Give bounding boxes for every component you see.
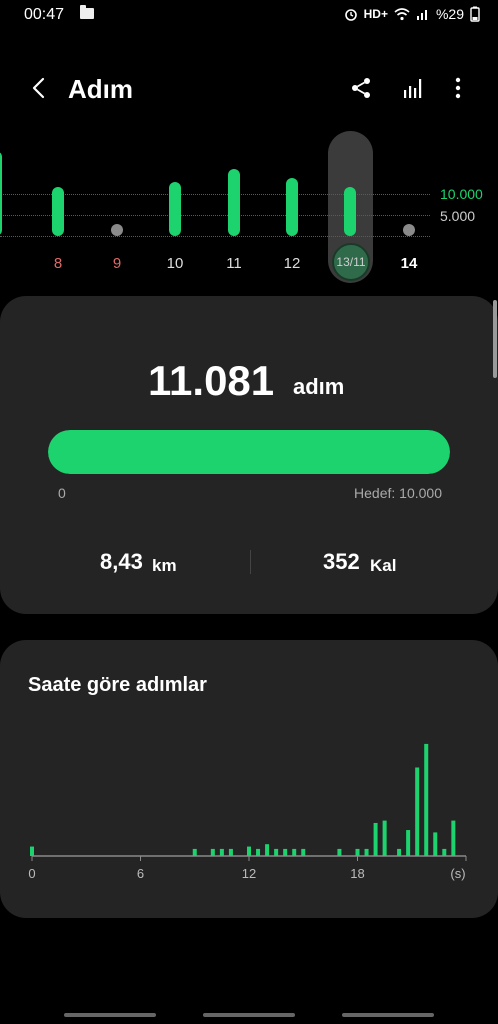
hourly-bar (292, 848, 297, 856)
progress-goal-label: Hedef: 10.000 (354, 485, 442, 501)
half-axis-label: 5.000 (440, 208, 476, 224)
selected-day-label: 13/11 (336, 255, 366, 269)
x-tick-label: 6 (137, 866, 144, 881)
more-vertical-icon[interactable] (450, 76, 466, 100)
back-icon[interactable] (28, 76, 52, 100)
hourly-bar (442, 848, 447, 856)
day-bar[interactable] (0, 150, 2, 236)
steps-unit: adım (293, 374, 345, 399)
wifi-icon (394, 8, 410, 21)
day-bar[interactable] (344, 186, 356, 236)
day-label[interactable]: 9 (97, 255, 137, 272)
day-dot[interactable] (403, 224, 415, 236)
goal-axis-label: 10.000 (440, 186, 483, 202)
nav-recent[interactable] (64, 1013, 156, 1017)
day-bar[interactable] (286, 177, 298, 236)
day-bar[interactable] (228, 168, 240, 236)
hourly-bar (247, 846, 251, 856)
half-guide-line (0, 215, 430, 216)
status-time: 00:47 (24, 6, 65, 23)
distance-unit: km (152, 556, 177, 575)
x-axis-unit-label: (s) (450, 866, 465, 881)
day-label[interactable]: 11 (214, 255, 254, 272)
progress-min-label: 0 (58, 485, 66, 501)
day-label[interactable]: 8 (38, 255, 78, 272)
calories-unit: Kal (370, 556, 397, 575)
hourly-bar (433, 832, 438, 856)
day-label[interactable]: 7 (0, 255, 16, 272)
hourly-bar (424, 743, 429, 856)
day-bar[interactable] (169, 182, 181, 236)
day-label[interactable]: 12 (272, 255, 312, 272)
page-title: Adım (68, 74, 133, 104)
hourly-bar (364, 848, 369, 856)
hourly-title: Saate göre adımlar (28, 674, 207, 696)
battery-icon (470, 6, 480, 22)
scrollbar[interactable] (493, 300, 497, 378)
hourly-bar (210, 848, 215, 856)
steps-progress-fill (48, 430, 450, 474)
day-label[interactable]: 10 (155, 255, 195, 272)
status-bar: 00:47 HD+ %29 (0, 0, 498, 30)
status-right: HD+ %29 (344, 6, 480, 22)
day-label[interactable]: 14 (389, 255, 429, 272)
hourly-bar (219, 848, 224, 856)
battery-label: %29 (435, 6, 464, 22)
x-tick-label: 0 (28, 866, 35, 881)
nav-home[interactable] (203, 1013, 295, 1017)
hourly-bar (265, 844, 270, 856)
goal-guide-line (0, 194, 430, 195)
hourly-bar (274, 848, 279, 856)
day-dot[interactable] (111, 224, 123, 236)
hourly-bar (415, 767, 420, 856)
hourly-bar (397, 848, 402, 856)
hourly-bar (451, 820, 456, 856)
alarm-icon (344, 9, 357, 21)
hourly-bar (192, 848, 197, 856)
nav-back[interactable] (342, 1013, 434, 1017)
share-icon[interactable] (349, 76, 373, 100)
base-guide-line (0, 236, 430, 237)
hourly-bar (355, 848, 360, 856)
folder-icon (80, 5, 94, 19)
x-tick-label: 12 (242, 866, 256, 881)
day-bar[interactable] (52, 186, 64, 236)
steps-value: 11.081 (148, 357, 275, 404)
steps-progress-bar (48, 430, 450, 474)
stat-divider (250, 550, 251, 574)
network-label: HD+ (363, 7, 388, 21)
hourly-bar (228, 848, 233, 856)
bar-chart-icon[interactable] (402, 76, 426, 100)
hourly-bar (283, 848, 288, 856)
hourly-bar (373, 822, 378, 856)
hourly-steps-chart: 0 6 12 18 (s) (28, 743, 467, 881)
hourly-bar (382, 820, 387, 856)
calories-value: 352 (323, 549, 360, 574)
hourly-bar (30, 846, 34, 856)
hourly-bar (406, 830, 411, 856)
hourly-bar (337, 848, 342, 856)
hourly-bar (256, 848, 261, 856)
signal-icon (416, 10, 427, 20)
distance-value: 8,43 (100, 549, 143, 574)
hourly-bar (301, 848, 306, 856)
x-tick-label: 18 (350, 866, 364, 881)
